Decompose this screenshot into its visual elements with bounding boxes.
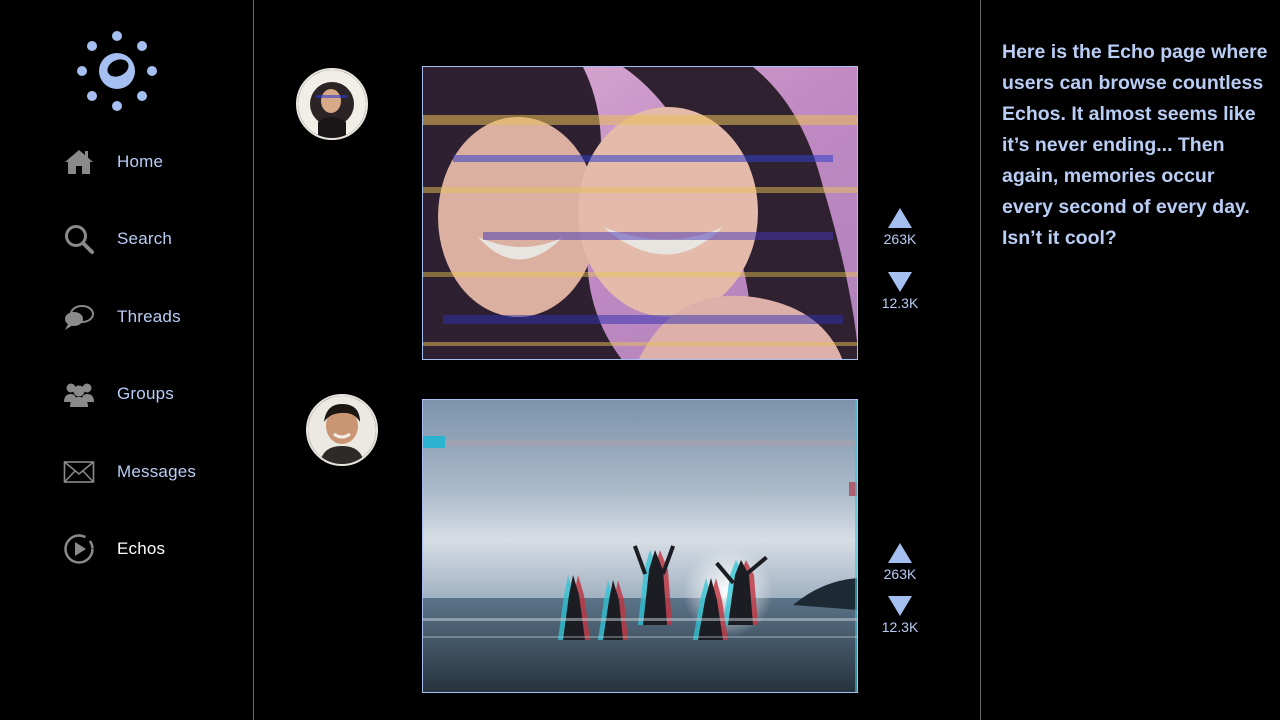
nav-item-threads[interactable]: Threads [62,300,242,377]
downvote-count: 12.3K [881,619,919,635]
echo-feed[interactable]: 263K 12.3K 263K 12.3K [254,0,981,720]
sun-logo-icon[interactable] [74,28,160,114]
avatar[interactable] [306,394,378,466]
vote-panel: 263K 12.3K [880,542,920,635]
chat-bubbles-icon [62,300,96,334]
echo-image[interactable] [422,399,858,693]
nav-label: Home [117,152,164,171]
nav-item-home[interactable]: Home [62,145,242,222]
avatar[interactable] [296,68,368,140]
echo-image[interactable] [422,66,858,360]
envelope-icon [62,455,96,489]
downvote-count: 12.3K [881,295,919,311]
upvote-count: 263K [883,566,917,582]
app-frame: Home Search Threads Groups Messages Echo… [0,0,1280,720]
downvote-icon[interactable] [887,595,913,617]
upvote-icon[interactable] [887,542,913,564]
sidebar: Home Search Threads Groups Messages Echo… [0,0,254,720]
nav-label: Groups [117,384,174,404]
vote-panel: 263K 12.3K [880,207,920,311]
play-circle-icon [62,532,96,566]
downvote-icon[interactable] [887,271,913,293]
info-text: Here is the Echo page where users can br… [1002,41,1268,249]
nav-item-echos[interactable]: Echos [62,532,242,609]
groups-icon [62,377,96,411]
nav-item-groups[interactable]: Groups [62,377,242,454]
nav-label: Echos [117,538,166,558]
upvote-count: 263K [883,231,917,247]
nav-item-messages[interactable]: Messages [62,455,242,532]
nav-item-search[interactable]: Search [62,222,242,299]
nav-label: Search [117,229,173,249]
home-icon [62,145,96,179]
nav-label: Messages [117,461,197,481]
nav-label: Threads [117,306,181,326]
search-icon [62,222,96,256]
main-nav: Home Search Threads Groups Messages Echo… [62,145,242,609]
upvote-icon[interactable] [887,207,913,229]
